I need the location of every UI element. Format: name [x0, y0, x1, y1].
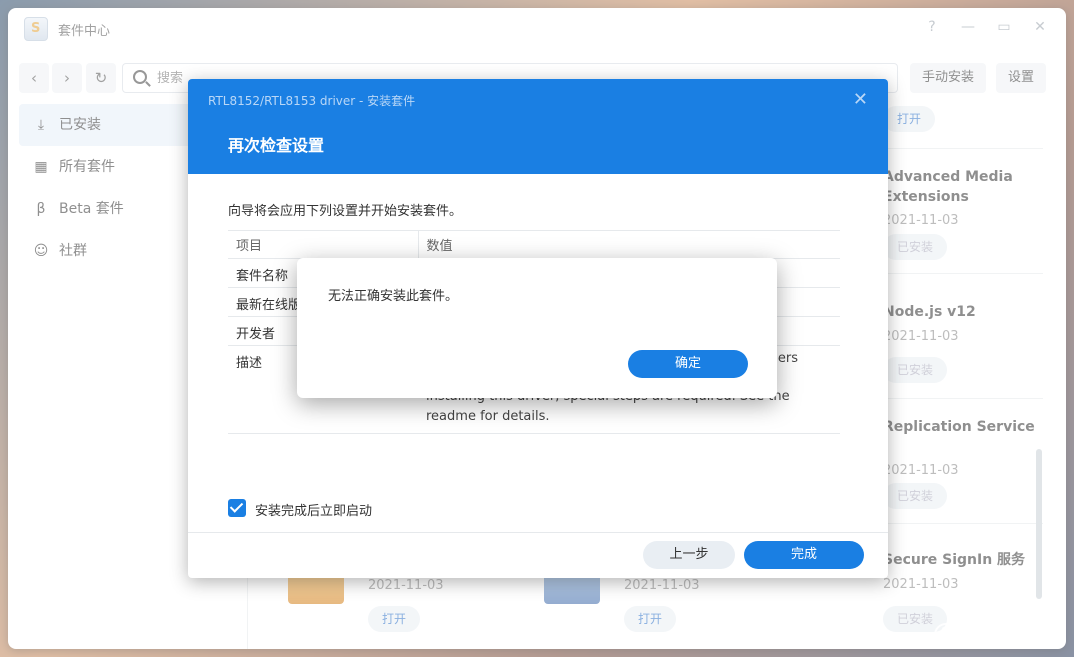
column-header-item: 项目 — [228, 230, 419, 259]
alert-message: 无法正确安装此套件。 — [328, 289, 459, 304]
dialog-subtitle: RTL8152/RTL8153 driver - 安装套件 — [208, 94, 416, 108]
finish-button[interactable]: 完成 — [744, 541, 864, 569]
watermark: 值什么值得买 — [934, 618, 1062, 647]
dialog-intro: 向导将会应用下列设置并开始安装套件。 — [228, 204, 463, 219]
column-header-value: 数值 — [418, 230, 840, 259]
error-alert: 无法正确安装此套件。 确定 — [297, 258, 777, 398]
ok-button[interactable]: 确定 — [628, 350, 748, 378]
dialog-footer-divider — [188, 532, 888, 533]
checkbox-label: 安装完成后立即启动 — [255, 504, 373, 519]
description-line: readme for details. — [426, 409, 550, 424]
close-icon[interactable]: ✕ — [853, 89, 868, 110]
previous-button[interactable]: 上一步 — [643, 541, 735, 569]
table-header: 项目 数值 — [228, 230, 840, 259]
watermark-text: 什么值得买 — [962, 621, 1062, 646]
watermark-logo-icon: 值 — [934, 623, 958, 647]
dialog-title: 再次检查设置 — [228, 136, 325, 155]
launch-after-install-checkbox[interactable] — [228, 499, 246, 517]
dialog-header: RTL8152/RTL8153 driver - 安装套件 ✕ 再次检查设置 — [188, 79, 888, 174]
